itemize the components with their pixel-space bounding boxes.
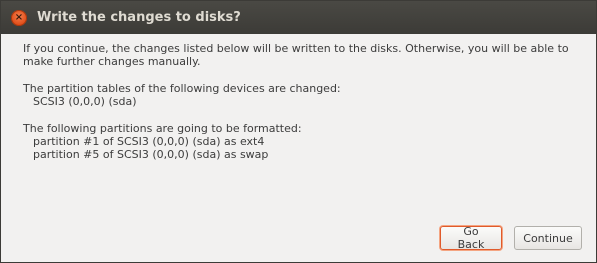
partition-tables-heading: The partition tables of the following de… <box>23 82 341 95</box>
partition-item: partition #1 of SCSI3 (0,0,0) (sda) as e… <box>33 135 265 148</box>
install-dialog: × Write the changes to disks? If you con… <box>0 0 597 263</box>
button-row: Go Back Continue <box>440 225 582 251</box>
dialog-content: If you continue, the changes listed belo… <box>1 34 596 161</box>
continue-button[interactable]: Continue <box>514 226 582 250</box>
close-icon[interactable]: × <box>11 9 27 26</box>
dialog-title: Write the changes to disks? <box>37 10 241 25</box>
intro-text: If you continue, the changes listed belo… <box>23 42 569 68</box>
partition-item: partition #5 of SCSI3 (0,0,0) (sda) as s… <box>33 148 269 161</box>
go-back-button[interactable]: Go Back <box>440 225 502 251</box>
formatted-heading: The following partitions are going to be… <box>23 122 302 135</box>
title-bar: × Write the changes to disks? <box>1 1 596 34</box>
device-item: SCSI3 (0,0,0) (sda) <box>33 95 137 108</box>
